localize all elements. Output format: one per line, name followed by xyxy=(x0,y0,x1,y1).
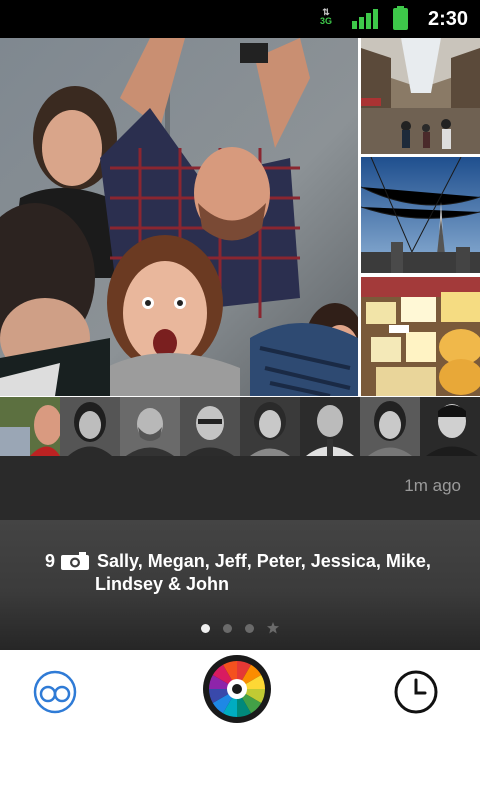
photo-thumbnail-market[interactable] xyxy=(361,38,480,154)
network-indicator: ⇅ 3G xyxy=(318,8,334,26)
photo-thumbnail-cheese[interactable] xyxy=(361,277,480,396)
status-bar: ⇅ 3G 2:30 xyxy=(0,0,480,38)
network-type: 3G xyxy=(319,16,332,26)
star-page-icon[interactable] xyxy=(267,622,279,634)
page-indicator xyxy=(0,622,480,634)
participant-avatar[interactable] xyxy=(120,397,180,456)
participant-avatar[interactable] xyxy=(240,397,300,456)
friends-icon[interactable] xyxy=(33,670,81,714)
album-meta-bar: 1m ago xyxy=(0,456,480,520)
participants-line1: Sally, Megan, Jeff, Peter, Jessica, Mike… xyxy=(97,551,431,571)
hero-photo[interactable] xyxy=(0,38,358,396)
color-wheel-camera-icon[interactable] xyxy=(203,655,271,723)
bottom-nav xyxy=(0,650,480,800)
camera-icon xyxy=(61,552,90,570)
album-info-panel[interactable]: 9 Sally, Megan, Jeff, Peter, Jessica, Mi… xyxy=(0,520,480,650)
photo-thumbnail-skyline[interactable] xyxy=(361,157,480,273)
album-caption: 9 Sally, Megan, Jeff, Peter, Jessica, Mi… xyxy=(45,550,455,596)
photo-count: 9 xyxy=(45,551,56,571)
time-ago-label: 1m ago xyxy=(404,476,461,495)
participant-avatar[interactable] xyxy=(0,397,60,456)
participant-avatar[interactable] xyxy=(300,397,360,456)
page-dot-active[interactable] xyxy=(201,623,210,633)
participants-line2: Lindsey & John xyxy=(95,574,230,594)
clock-icon[interactable] xyxy=(393,669,439,715)
clock-time: 2:30 xyxy=(428,8,469,30)
participant-avatar[interactable] xyxy=(60,397,120,456)
signal-icon xyxy=(352,9,378,29)
page-dot[interactable] xyxy=(245,623,254,633)
participants-strip xyxy=(0,397,480,456)
page-dot[interactable] xyxy=(223,623,232,633)
participant-avatar[interactable] xyxy=(180,397,240,456)
participant-avatar[interactable] xyxy=(360,397,420,456)
battery-icon xyxy=(393,6,408,30)
participant-avatar[interactable] xyxy=(420,397,480,456)
